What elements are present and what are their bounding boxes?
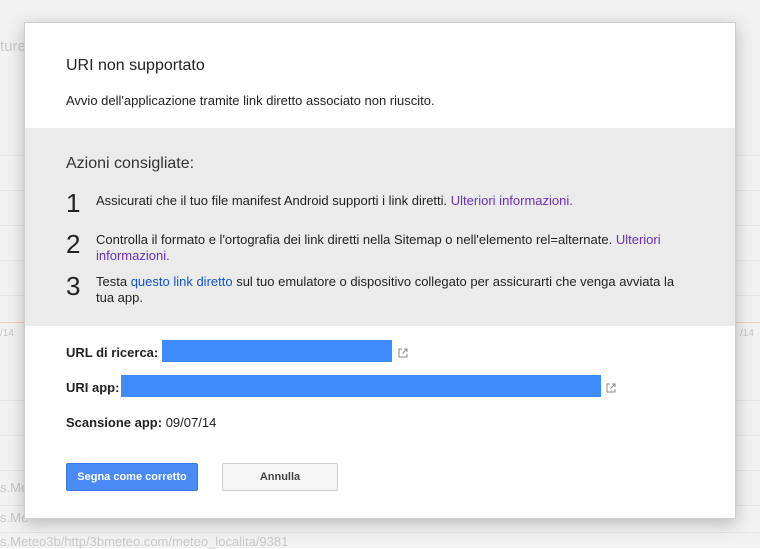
action-step-1: 1 Assicurati che il tuo file manifest An… — [66, 190, 666, 220]
step-text: Controlla il formato e l'ortografia dei … — [96, 232, 676, 264]
search-url-label: URL di ricerca: — [66, 345, 159, 360]
step-number: 1 — [66, 188, 81, 218]
dialog-title: URI non supportato — [66, 57, 205, 74]
recommended-actions-heading: Azioni consigliate: — [66, 155, 195, 172]
test-deep-link[interactable]: questo link diretto — [131, 274, 233, 289]
background-divider — [0, 532, 760, 533]
step-description: Controlla il formato e l'ortografia dei … — [96, 232, 616, 247]
background-row-text: s.Meteo3b/http/3bmeteo.com/meteo_localit… — [0, 534, 289, 549]
app-uri-value-redacted — [121, 375, 601, 397]
dialog-description: Avvio dell'applicazione tramite link dir… — [66, 93, 435, 108]
step-number: 3 — [66, 271, 81, 301]
background-date-right: /14 — [740, 328, 754, 339]
step-description: Testa — [96, 274, 131, 289]
external-link-icon[interactable] — [606, 383, 616, 393]
step-text: Assicurati che il tuo file manifest Andr… — [96, 193, 676, 209]
app-uri-label: URI app: — [66, 380, 120, 395]
recommended-actions-panel: Azioni consigliate: 1 Assicurati che il … — [25, 128, 735, 326]
app-scan-date: 09/07/14 — [165, 415, 217, 430]
mark-as-fixed-button[interactable]: Segna come corretto — [66, 463, 198, 491]
step-description: Assicurati che il tuo file manifest Andr… — [96, 193, 451, 208]
step-text: Testa questo link diretto sul tuo emulat… — [96, 274, 676, 306]
action-step-2: 2 Controlla il formato e l'ortografia de… — [66, 229, 666, 263]
background-date-left: /14 — [0, 328, 14, 339]
search-url-value-redacted — [162, 340, 392, 362]
more-info-link[interactable]: Ulteriori informazioni. — [451, 193, 573, 208]
unsupported-uri-dialog: URI non supportato Avvio dell'applicazio… — [24, 22, 736, 519]
background-heading-fragment: ture — [0, 38, 26, 55]
app-scan-field: Scansione app: 09/07/14 — [66, 415, 216, 430]
app-scan-label: Scansione app: — [66, 415, 163, 430]
step-number: 2 — [66, 229, 81, 259]
action-step-3: 3 Testa questo link diretto sul tuo emul… — [66, 271, 674, 305]
cancel-button[interactable]: Annulla — [222, 463, 338, 491]
external-link-icon[interactable] — [398, 348, 408, 358]
